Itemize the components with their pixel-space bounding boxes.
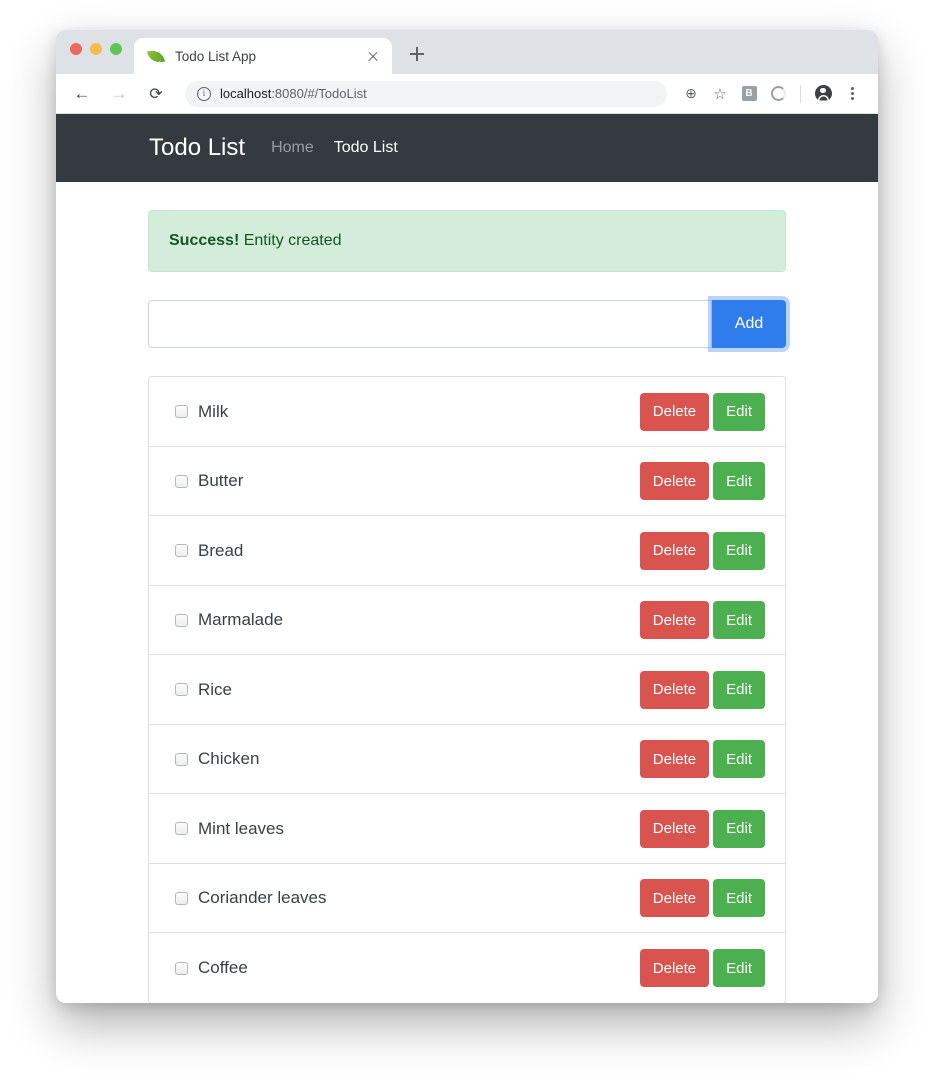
todo-row-actions: Delete Edit bbox=[639, 462, 765, 501]
todo-list-item: Rice Delete Edit bbox=[149, 655, 785, 725]
delete-button[interactable]: Delete bbox=[639, 949, 710, 988]
todo-list-item: Chicken Delete Edit bbox=[149, 725, 785, 795]
alert-strong-text: Success! bbox=[169, 232, 240, 249]
navbar-links: Home Todo List bbox=[271, 139, 398, 157]
address-bar[interactable]: localhost:8080/#/TodoList bbox=[185, 80, 667, 107]
edit-button[interactable]: Edit bbox=[713, 740, 765, 779]
reload-icon[interactable]: ⟳ bbox=[142, 80, 170, 108]
todo-list-item: Marmalade Delete Edit bbox=[149, 586, 785, 656]
browser-window: Todo List App ← → ⟳ localhost:8080/#/Tod… bbox=[56, 30, 878, 1003]
todo-list: Milk Delete Edit Butter Delete Edit Bread Delet… bbox=[148, 376, 786, 1003]
edit-button[interactable]: Edit bbox=[713, 879, 765, 918]
forward-icon[interactable]: → bbox=[105, 80, 133, 108]
delete-button[interactable]: Delete bbox=[639, 601, 710, 640]
edit-button[interactable]: Edit bbox=[713, 670, 765, 709]
todo-label: Coriander leaves bbox=[198, 888, 327, 908]
maximize-window-button[interactable] bbox=[110, 43, 122, 55]
todo-checkbox[interactable] bbox=[175, 683, 188, 697]
delete-button[interactable]: Delete bbox=[639, 670, 710, 709]
todo-list-item: Butter Delete Edit bbox=[149, 447, 785, 517]
url-text: localhost:8080/#/TodoList bbox=[220, 86, 367, 101]
close-window-button[interactable] bbox=[70, 43, 82, 55]
todo-checkbox[interactable] bbox=[175, 752, 188, 766]
url-host: localhost bbox=[220, 86, 272, 101]
todo-row-actions: Delete Edit bbox=[639, 949, 765, 988]
browser-toolbar: ← → ⟳ localhost:8080/#/TodoList ⊕ ☆ B bbox=[56, 74, 878, 114]
todo-checkbox[interactable] bbox=[175, 891, 188, 905]
new-tab-icon[interactable] bbox=[406, 43, 428, 65]
window-traffic-lights bbox=[70, 43, 122, 55]
delete-button[interactable]: Delete bbox=[639, 809, 710, 848]
todo-list-item: Coriander leaves Delete Edit bbox=[149, 864, 785, 934]
todo-label: Mint leaves bbox=[198, 818, 284, 838]
edit-button[interactable]: Edit bbox=[713, 601, 765, 640]
account-icon[interactable] bbox=[809, 80, 837, 108]
todo-label: Rice bbox=[198, 679, 233, 699]
browser-tab-strip: Todo List App bbox=[56, 30, 878, 74]
todo-list-item: Bread Delete Edit bbox=[149, 516, 785, 586]
todo-row-actions: Delete Edit bbox=[639, 670, 765, 709]
edit-button[interactable]: Edit bbox=[713, 949, 765, 988]
content-column: Success! Entity created Add Milk Delete Ed… bbox=[148, 210, 786, 1003]
browser-menu-icon[interactable] bbox=[838, 80, 866, 108]
toolbar-divider bbox=[800, 84, 801, 103]
todo-row-actions: Delete Edit bbox=[639, 601, 765, 640]
delete-button[interactable]: Delete bbox=[639, 392, 710, 431]
todo-checkbox[interactable] bbox=[175, 822, 188, 836]
app-navbar: Todo List Home Todo List bbox=[56, 114, 878, 182]
todo-list-item: Mint leaves Delete Edit bbox=[149, 794, 785, 864]
browser-tab[interactable]: Todo List App bbox=[134, 38, 392, 74]
bitwarden-extension-icon[interactable]: B bbox=[735, 80, 763, 108]
todo-row-actions: Delete Edit bbox=[639, 531, 765, 570]
nav-link-home[interactable]: Home bbox=[271, 139, 314, 157]
success-alert: Success! Entity created bbox=[148, 210, 786, 273]
todo-label: Marmalade bbox=[198, 610, 284, 630]
todo-label: Milk bbox=[198, 401, 229, 421]
todo-label: Butter bbox=[198, 471, 244, 491]
url-path: :8080/#/TodoList bbox=[271, 86, 367, 101]
alert-message-text: Entity created bbox=[239, 232, 342, 249]
site-info-icon[interactable] bbox=[197, 86, 211, 101]
todo-checkbox[interactable] bbox=[175, 405, 188, 419]
delete-button[interactable]: Delete bbox=[639, 879, 710, 918]
page-viewport: Todo List Home Todo List Success! Entity… bbox=[56, 114, 878, 1003]
zoom-icon[interactable]: ⊕ bbox=[677, 80, 705, 108]
minimize-window-button[interactable] bbox=[90, 43, 102, 55]
nav-link-todo-list[interactable]: Todo List bbox=[334, 139, 398, 157]
bookmark-star-icon[interactable]: ☆ bbox=[706, 80, 734, 108]
todo-row-actions: Delete Edit bbox=[639, 392, 765, 431]
ring-extension-icon[interactable] bbox=[764, 80, 792, 108]
page-container: Success! Entity created Add Milk Delete Ed… bbox=[56, 182, 878, 1003]
tab-title: Todo List App bbox=[175, 48, 257, 64]
todo-row-actions: Delete Edit bbox=[639, 879, 765, 918]
todo-label: Chicken bbox=[198, 749, 260, 769]
todo-list-item: Milk Delete Edit bbox=[149, 377, 785, 447]
add-todo-form: Add bbox=[148, 300, 786, 349]
delete-button[interactable]: Delete bbox=[639, 531, 710, 570]
todo-checkbox[interactable] bbox=[175, 961, 188, 975]
navbar-brand[interactable]: Todo List bbox=[149, 134, 245, 162]
edit-button[interactable]: Edit bbox=[713, 462, 765, 501]
todo-row-actions: Delete Edit bbox=[639, 740, 765, 779]
leaf-icon bbox=[146, 48, 166, 65]
todo-checkbox[interactable] bbox=[175, 474, 188, 488]
todo-label: Bread bbox=[198, 540, 244, 560]
toolbar-icon-group: ⊕ ☆ B bbox=[677, 80, 866, 108]
edit-button[interactable]: Edit bbox=[713, 531, 765, 570]
delete-button[interactable]: Delete bbox=[639, 740, 710, 779]
todo-label: Coffee bbox=[198, 958, 248, 978]
close-icon[interactable] bbox=[364, 47, 382, 65]
edit-button[interactable]: Edit bbox=[713, 809, 765, 848]
todo-checkbox[interactable] bbox=[175, 544, 188, 558]
todo-checkbox[interactable] bbox=[175, 613, 188, 627]
todo-row-actions: Delete Edit bbox=[639, 809, 765, 848]
todo-list-item: Coffee Delete Edit bbox=[149, 933, 785, 1003]
delete-button[interactable]: Delete bbox=[639, 462, 710, 501]
new-todo-input[interactable] bbox=[148, 300, 712, 349]
edit-button[interactable]: Edit bbox=[713, 392, 765, 431]
back-icon[interactable]: ← bbox=[68, 80, 96, 108]
add-button[interactable]: Add bbox=[712, 300, 786, 349]
